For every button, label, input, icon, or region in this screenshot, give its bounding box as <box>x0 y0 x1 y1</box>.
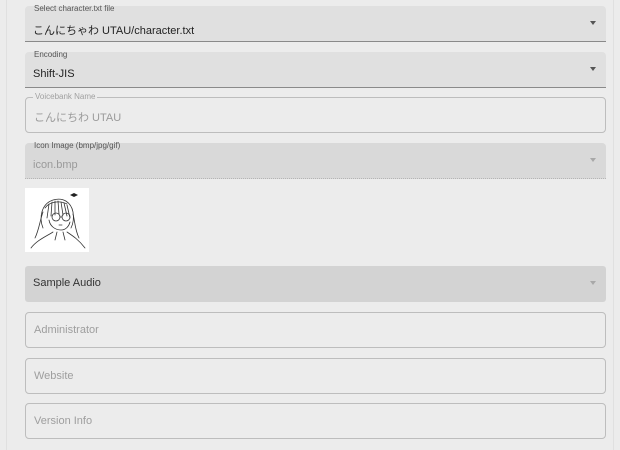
icon-preview-image <box>25 188 89 252</box>
voicebank-name-label: Voicebank Name <box>33 92 98 101</box>
voicebank-name-field[interactable]: Voicebank Name こんにちわ UTAU <box>25 92 606 133</box>
version-info-placeholder: Version Info <box>34 415 93 427</box>
encoding-label: Encoding <box>34 50 68 59</box>
dropdown-arrow-icon <box>590 67 596 71</box>
character-file-label: Select character.txt file <box>34 4 115 13</box>
anime-girl-sketch-icon <box>30 193 86 249</box>
version-info-field[interactable]: Version Info <box>25 403 606 439</box>
sample-audio-placeholder: Sample Audio <box>33 277 101 289</box>
website-field[interactable]: Website <box>25 358 606 394</box>
character-file-value: こんにちゃわ UTAU/character.txt <box>33 25 195 37</box>
encoding-value: Shift-JIS <box>33 68 75 80</box>
voicebank-name-value: こんにちわ UTAU <box>34 112 122 124</box>
sample-audio-select[interactable]: Sample Audio <box>25 266 606 302</box>
dropdown-arrow-icon <box>590 158 596 162</box>
website-placeholder: Website <box>34 370 74 382</box>
administrator-field[interactable]: Administrator <box>25 312 606 348</box>
encoding-select[interactable]: Encoding Shift-JIS <box>25 50 606 88</box>
dropdown-arrow-icon <box>590 21 596 25</box>
icon-image-value: icon.bmp <box>33 159 78 171</box>
dropdown-arrow-icon <box>590 281 596 285</box>
icon-image-label: Icon Image (bmp/jpg/gif) <box>34 141 121 150</box>
character-file-select[interactable]: Select character.txt file こんにちゃわ UTAU/ch… <box>25 4 606 42</box>
administrator-placeholder: Administrator <box>34 324 99 336</box>
icon-image-select[interactable]: Icon Image (bmp/jpg/gif) icon.bmp <box>25 141 606 179</box>
